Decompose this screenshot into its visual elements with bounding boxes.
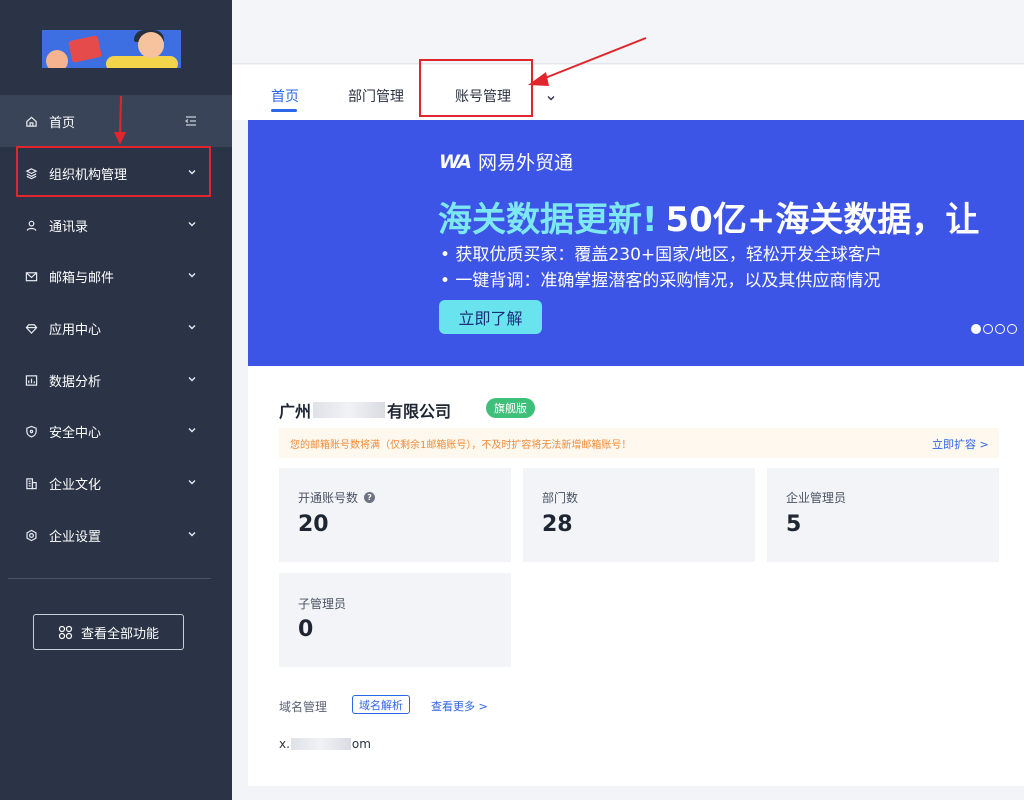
promo-banner[interactable]: WA 网易外贸通 海关数据更新! 50亿+海关数据，让 • 获取优质买家：覆盖23… <box>248 120 1024 366</box>
building-icon <box>24 476 38 490</box>
stat-label: 开通账号数? <box>298 489 376 506</box>
redacted-text <box>290 738 351 750</box>
domain-resolution-tag[interactable]: 域名解析 <box>352 695 410 714</box>
collapse-menu-icon[interactable] <box>184 114 198 128</box>
diamond-icon <box>24 321 38 335</box>
chart-icon <box>24 373 38 387</box>
sidebar-item-contacts[interactable]: 通讯录 <box>0 199 232 251</box>
capacity-notice-text: 您的邮箱账号数将满（仅剩余1邮箱账号），不及时扩容将无法新增邮箱账号！ <box>290 440 632 451</box>
sidebar-item-mail[interactable]: 邮箱与邮件 <box>0 250 232 302</box>
chevron-down-icon <box>186 373 198 385</box>
learn-more-button[interactable]: 立即了解 <box>439 300 542 334</box>
edition-badge: 旗舰版 <box>486 398 535 418</box>
company-logo <box>42 30 181 68</box>
sidebar-item-label: 企业设置 <box>49 529 102 545</box>
grid-icon <box>58 625 73 639</box>
user-icon <box>24 218 38 232</box>
chevron-down-icon <box>186 476 198 488</box>
redacted-text <box>313 402 386 418</box>
sidebar-item-culture[interactable]: 企业文化 <box>0 457 232 509</box>
sidebar-item-label: 数据分析 <box>49 374 102 390</box>
domain-management-label: 域名管理 <box>279 700 328 714</box>
annotation-highlight-box <box>419 59 533 117</box>
stat-value: 0 <box>298 617 314 642</box>
stat-card-admins[interactable] <box>767 468 999 562</box>
view-all-features-label: 查看全部功能 <box>80 626 159 642</box>
banner-headline: 海关数据更新! 50亿+海关数据，让 <box>438 192 979 241</box>
tab-home[interactable]: 首页 <box>271 86 299 106</box>
home-icon <box>24 114 38 128</box>
carousel-dot[interactable] <box>971 324 981 334</box>
carousel-dot[interactable] <box>995 324 1005 334</box>
carousel-dot[interactable] <box>1007 324 1017 334</box>
stat-label: 部门数 <box>542 491 579 505</box>
sidebar-item-analytics[interactable]: 数据分析 <box>0 354 232 406</box>
sidebar-item-label: 企业文化 <box>49 477 102 493</box>
settings-icon <box>24 528 38 542</box>
chevron-down-icon <box>186 424 198 436</box>
stat-label: 子管理员 <box>298 597 347 611</box>
chevron-down-icon <box>186 218 198 230</box>
expand-now-link[interactable]: 立即扩容 > <box>932 436 989 452</box>
banner-bullet: • 一键背调：准确掌握潜客的采购情况，以及其供应商情况 <box>440 271 881 291</box>
carousel-dot[interactable] <box>983 324 993 334</box>
sidebar-item-label: 首页 <box>49 115 76 131</box>
banner-brand: WA 网易外贸通 <box>439 148 573 175</box>
brand-logo-icon: WA <box>439 150 472 173</box>
sidebar-item-label: 通讯录 <box>49 219 89 235</box>
shield-icon <box>24 424 38 438</box>
more-tabs-chevron-icon[interactable] <box>545 89 557 101</box>
banner-bullet: • 获取优质买家：覆盖230+国家/地区，轻松开发全球客户 <box>440 245 882 265</box>
stat-label: 企业管理员 <box>786 491 847 505</box>
domain-value: x. om <box>279 737 371 751</box>
stat-value: 5 <box>786 512 802 537</box>
carousel-dots <box>971 324 1017 334</box>
tab-department-management[interactable]: 部门管理 <box>348 86 404 106</box>
stat-value: 20 <box>298 512 329 537</box>
sidebar-item-label: 应用中心 <box>49 322 102 338</box>
company-name-suffix: 有限公司 <box>387 402 452 421</box>
chevron-down-icon <box>186 269 198 281</box>
sidebar-item-label: 邮箱与邮件 <box>49 270 115 286</box>
banner-headline-rest: 50亿+海关数据，让 <box>665 200 980 240</box>
sidebar-item-settings[interactable]: 企业设置 <box>0 509 232 561</box>
view-more-link[interactable]: 查看更多 > <box>431 698 488 714</box>
stat-label-text: 开通账号数 <box>298 491 359 505</box>
domain-value-prefix: x. <box>279 737 290 751</box>
banner-headline-highlight: 海关数据更新! <box>438 200 658 240</box>
sidebar-item-security[interactable]: 安全中心 <box>0 405 232 457</box>
company-name-prefix: 广州 <box>279 402 312 421</box>
chevron-down-icon <box>186 321 198 333</box>
top-header <box>232 0 1024 64</box>
stat-value: 28 <box>542 512 573 537</box>
annotation-highlight-box <box>16 146 211 197</box>
domain-value-suffix: om <box>351 737 371 751</box>
sidebar-item-label: 安全中心 <box>49 425 102 441</box>
banner-brand-name: 网易外贸通 <box>478 152 574 174</box>
sidebar-item-home[interactable]: 首页 <box>0 95 232 147</box>
sidebar-item-apps[interactable]: 应用中心 <box>0 302 232 354</box>
chevron-down-icon <box>186 528 198 540</box>
company-name: 广州 有限公司 <box>279 398 451 422</box>
view-all-features-button[interactable]: 查看全部功能 <box>33 614 184 650</box>
mail-icon <box>24 269 38 283</box>
help-icon[interactable]: ? <box>364 492 376 503</box>
active-tab-indicator <box>271 109 297 112</box>
sidebar-divider <box>8 578 211 579</box>
sidebar: 首页 组织机构管理 通讯录 邮箱与邮件 应用中心 数据分析 安全中心 企业文化 <box>0 0 232 800</box>
stat-card-sub-admins[interactable] <box>279 573 511 667</box>
